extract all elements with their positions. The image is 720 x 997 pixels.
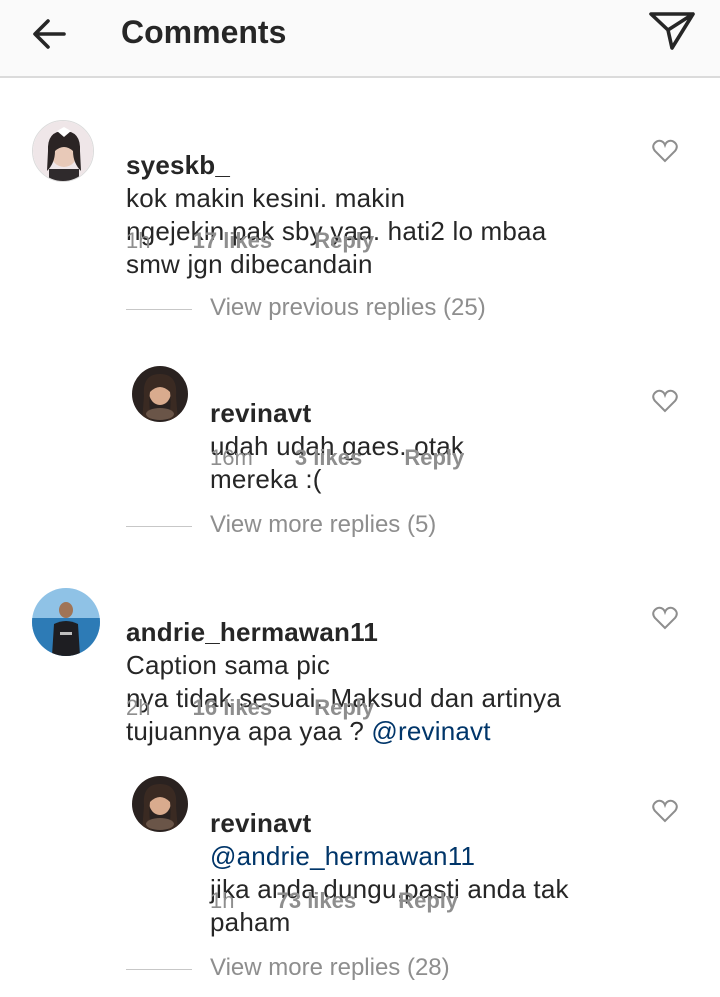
avatar[interactable] — [32, 588, 100, 656]
arrow-left-icon[interactable] — [28, 12, 72, 56]
heart-icon[interactable] — [652, 139, 678, 163]
comment-time: 1h — [126, 228, 151, 253]
heart-icon[interactable] — [652, 799, 678, 823]
reply-username[interactable]: revinavt — [210, 398, 311, 428]
view-more-replies-link[interactable]: View more replies (28) — [126, 952, 546, 986]
reply-button[interactable]: Reply — [398, 888, 458, 914]
comment-text: syeskb_ kok makin kesini. makin ngejekin… — [126, 116, 626, 281]
view-replies-label: View previous replies (25) — [210, 294, 486, 321]
paper-plane-icon[interactable] — [646, 8, 698, 54]
reply-text: revinavt udah udah gaes. otak mereka :( — [210, 364, 630, 496]
heart-icon[interactable] — [652, 389, 678, 413]
divider-line — [126, 309, 192, 310]
mention-link[interactable]: @revinavt — [371, 716, 490, 746]
reply-likes[interactable]: 3 likes — [295, 445, 362, 471]
reply-text: revinavt @andrie_hermawan11 jika anda du… — [210, 774, 630, 972]
view-more-replies-link[interactable]: View more replies (5) — [126, 509, 546, 543]
reply-time: 16m — [210, 445, 253, 470]
view-previous-replies-link[interactable]: View previous replies (25) — [126, 292, 546, 326]
comments-header: Comments — [0, 0, 720, 78]
reply-meta: 16m 3 likes Reply — [210, 445, 464, 471]
reply-button[interactable]: Reply — [404, 445, 464, 471]
avatar[interactable] — [132, 366, 188, 422]
view-replies-label: View more replies (5) — [210, 511, 437, 538]
reply-meta: 1h 73 likes Reply — [210, 888, 458, 914]
comment-username[interactable]: andrie_hermawan11 — [126, 617, 378, 647]
heart-icon[interactable] — [652, 606, 678, 630]
reply-likes[interactable]: 73 likes — [277, 888, 357, 914]
comment-meta: 2h 16 likes Reply — [126, 695, 374, 721]
comment-meta: 1h 17 likes Reply — [126, 228, 374, 254]
reply-button[interactable]: Reply — [314, 695, 374, 721]
reply-username[interactable]: revinavt — [210, 808, 311, 838]
avatar[interactable] — [32, 120, 94, 182]
avatar[interactable] — [132, 776, 188, 832]
comment-text: andrie_hermawan11 Caption sama pic nya t… — [126, 583, 626, 748]
comment-likes[interactable]: 16 likes — [193, 695, 273, 721]
mention-link[interactable]: @andrie_hermawan11 — [210, 841, 475, 871]
comment-username[interactable]: syeskb_ — [126, 150, 230, 180]
reply-time: 1h — [210, 888, 235, 913]
comment-likes[interactable]: 17 likes — [193, 228, 273, 254]
reply-button[interactable]: Reply — [314, 228, 374, 254]
divider-line — [126, 526, 192, 527]
comment-time: 2h — [126, 695, 151, 720]
divider-line — [126, 969, 192, 970]
page-title: Comments — [121, 14, 287, 50]
view-replies-label: View more replies (28) — [210, 954, 450, 981]
